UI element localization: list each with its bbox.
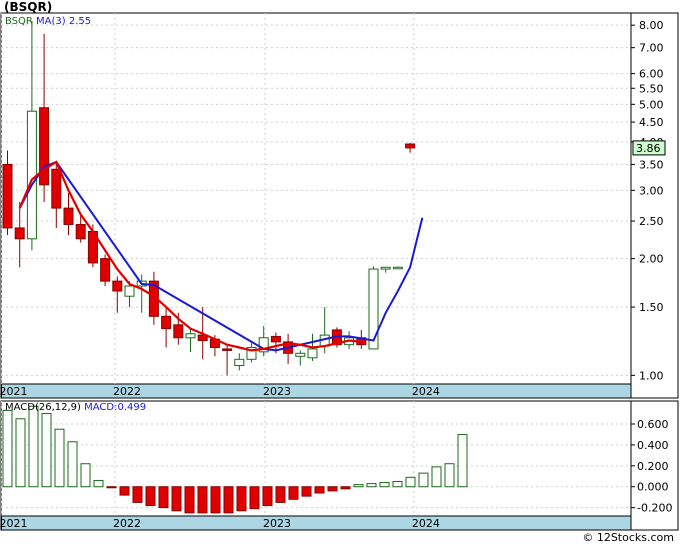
candle-body — [100, 258, 111, 282]
legend-macd-label: MACD(26,12,9) — [5, 402, 81, 413]
candle-body — [26, 110, 37, 240]
macd-bar — [418, 472, 429, 488]
macd-tick-label: 0.600 — [637, 418, 669, 431]
price-tick-label: 1.00 — [639, 369, 664, 382]
price-tick-label: 1.50 — [639, 301, 664, 314]
price-tick-label: 2.50 — [639, 215, 664, 228]
macd-date-label: 2021 — [0, 517, 28, 530]
macd-bar — [327, 486, 338, 492]
macd-bar — [392, 481, 403, 488]
legend-macd-value: 0.499 — [117, 402, 147, 413]
macd-bar — [262, 486, 273, 507]
legend-ma-value: 2.55 — [68, 16, 92, 27]
price-date-label: 2023 — [263, 385, 291, 398]
candle-body — [2, 163, 13, 229]
price-tick-label: 3.00 — [639, 184, 664, 197]
macd-bar — [28, 405, 39, 488]
macd-bar — [119, 486, 130, 496]
stock-chart: 8.007.006.005.505.004.504.003.503.002.50… — [0, 12, 679, 531]
candle-body — [368, 268, 379, 350]
macd-date-label: 2023 — [263, 517, 291, 530]
macd-bar — [249, 486, 260, 510]
macd-bar — [340, 486, 351, 490]
macd-bar — [15, 418, 26, 488]
candle-body — [234, 358, 245, 367]
macd-bar — [54, 428, 65, 488]
macd-bar — [145, 486, 156, 507]
price-tick-label: 6.00 — [639, 68, 664, 81]
macd-legend: MACD(26,12,9) MACD:0.499 — [5, 402, 146, 413]
candle-body — [173, 324, 184, 339]
price-tick-label: 2.00 — [639, 253, 664, 266]
macd-bar — [158, 486, 169, 509]
price-date-label: 2024 — [412, 385, 440, 398]
macd-bar — [80, 463, 91, 488]
legend-ma-label: MA(3) — [36, 16, 66, 27]
macd-bar — [353, 484, 364, 488]
chart-title: (BSQR) — [4, 0, 53, 14]
macd-bar — [236, 486, 247, 512]
price-panel: 8.007.006.005.505.004.504.003.503.002.50… — [0, 12, 679, 399]
macd-bar — [2, 409, 13, 488]
candle-body — [63, 207, 74, 225]
legend-symbol: BSQR — [5, 16, 33, 27]
macd-date-band — [1, 515, 632, 531]
macd-bar — [288, 486, 299, 500]
macd-date-label: 2022 — [113, 517, 141, 530]
candle-body — [112, 280, 123, 292]
candle-body — [392, 266, 403, 270]
price-tick-label: 5.00 — [639, 98, 664, 111]
candle-body — [380, 266, 391, 270]
macd-bar — [210, 486, 221, 514]
macd-tick-label: 0.000 — [637, 481, 669, 494]
ma-red-line — [18, 160, 362, 352]
candle-body — [270, 335, 281, 343]
price-tick-label: 7.00 — [639, 42, 664, 55]
macd-bar — [431, 466, 442, 488]
candle-body — [161, 315, 172, 330]
macd-panel: 0.600 0.400 0.200 0.000 -0.200 2021 2022 2023 20… — [0, 400, 679, 531]
macd-bar — [171, 486, 182, 512]
macd-bar — [223, 486, 234, 514]
macd-bar — [67, 441, 78, 488]
price-date-band — [1, 383, 632, 399]
candle-body — [14, 227, 25, 240]
candle-body — [295, 352, 306, 357]
macd-bar — [379, 482, 390, 488]
candle-body — [51, 168, 62, 209]
price-date-label: 2021 — [0, 385, 28, 398]
candle-body — [222, 348, 233, 351]
macd-bar — [41, 413, 52, 488]
macd-tick-label: -0.200 — [637, 502, 672, 515]
macd-tick-label: 0.400 — [637, 439, 669, 452]
macd-bar — [106, 486, 117, 489]
footer-credit: © 12Stocks.com — [582, 531, 674, 544]
price-tick-label: 3.50 — [639, 158, 664, 171]
candle-body — [185, 333, 196, 339]
candle-body — [405, 143, 416, 149]
macd-bar — [405, 476, 416, 488]
candle-body — [124, 285, 135, 297]
macd-bar — [197, 486, 208, 514]
macd-bar — [457, 434, 468, 488]
candle-body — [307, 348, 318, 359]
candle-body — [75, 223, 86, 240]
price-legend: BSQR MA(3) 2.55 — [5, 16, 91, 27]
macd-tick-label: 0.200 — [637, 460, 669, 473]
price-date-label: 2022 — [113, 385, 141, 398]
macd-bar — [132, 486, 143, 503]
macd-bar — [314, 486, 325, 494]
macd-bar — [301, 486, 312, 497]
macd-bar — [184, 486, 195, 514]
legend-macd-name: MACD: — [84, 402, 118, 413]
macd-bar — [93, 479, 104, 488]
macd-bar — [444, 463, 455, 488]
macd-date-label: 2024 — [412, 517, 440, 530]
macd-bar — [275, 486, 286, 503]
macd-bar — [366, 483, 377, 488]
price-tick-label: 4.50 — [639, 116, 664, 129]
price-tick-label: 5.50 — [639, 82, 664, 95]
price-tick-label: 8.00 — [639, 19, 664, 32]
last-price-label: 3.86 — [636, 142, 661, 155]
